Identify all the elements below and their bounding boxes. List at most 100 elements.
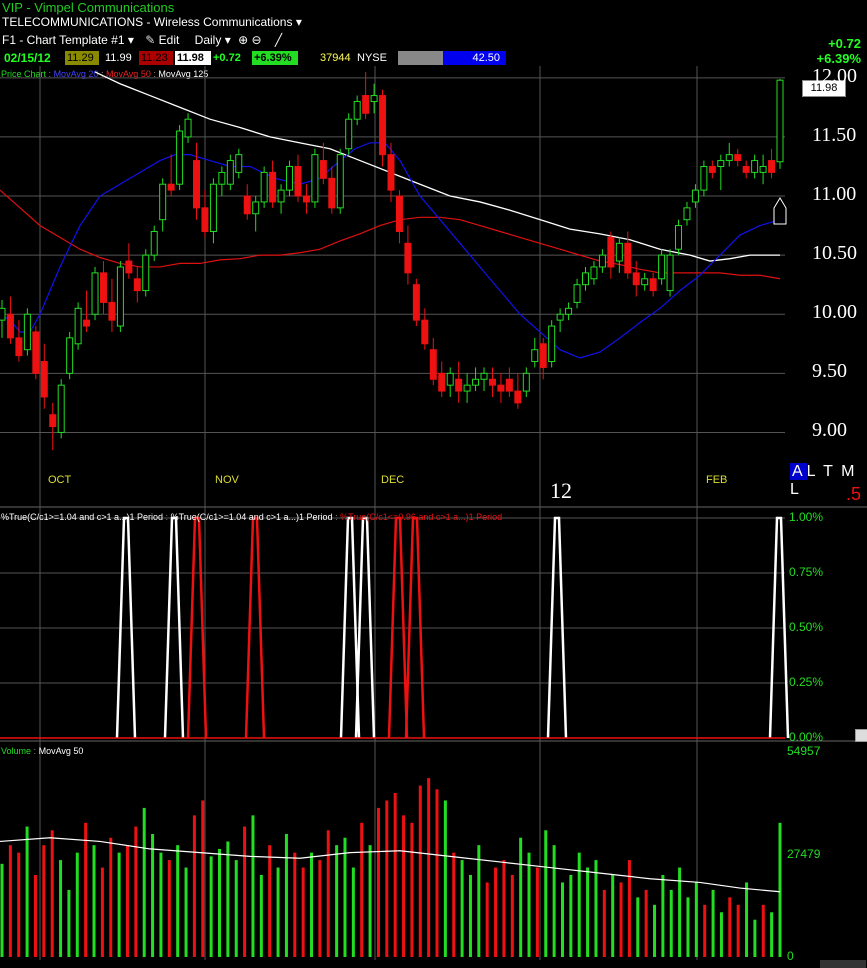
candle-body [362, 95, 370, 114]
legend-ind2: %True(C/c1>=1.04 and c>1 a...)1 Period [170, 512, 333, 522]
volume-bar [435, 789, 439, 957]
candle-body [40, 361, 48, 398]
price-y-tick: 11.50 [812, 123, 857, 146]
indicator-y-tick: 0.75% [789, 565, 824, 579]
candle-body [429, 349, 437, 380]
x-tick-label: OCT [48, 474, 72, 486]
candle-body [658, 254, 666, 280]
price-y-tick: 10.50 [812, 242, 857, 265]
volume-bar [142, 807, 146, 957]
volume-bar [318, 860, 322, 957]
candle-body [260, 171, 268, 203]
candle-body [751, 160, 759, 173]
volume-bar [519, 837, 523, 957]
volume-bar [510, 875, 514, 957]
volume-bar [176, 845, 180, 957]
volume-bar [218, 848, 222, 957]
candle-body [607, 236, 615, 268]
volume-bar [485, 882, 489, 957]
candle-body [302, 195, 310, 203]
candle-body [269, 171, 277, 203]
candle-body [480, 372, 488, 380]
candle-body [125, 260, 133, 274]
volume-bar [42, 845, 46, 957]
volume-bar [753, 919, 757, 957]
candle-body [497, 384, 505, 392]
price-y-tick: 10.00 [812, 301, 857, 324]
volume-bar [259, 875, 263, 957]
candle-body [201, 207, 209, 232]
volume-bar [527, 852, 531, 957]
volume-bar [569, 875, 573, 957]
chart-canvas[interactable] [0, 0, 867, 968]
volume-bar [310, 852, 314, 957]
candle-body [725, 154, 733, 162]
volume-bar [268, 845, 272, 957]
volume-y-tick: 27479 [787, 846, 821, 861]
volume-bar [368, 845, 372, 957]
volume-bar [159, 852, 163, 957]
volume-bar [192, 815, 196, 957]
volume-bar [234, 860, 238, 957]
volume-bar [494, 867, 498, 957]
volume-bar [770, 912, 774, 957]
candle-body [74, 307, 82, 345]
candle-body [632, 272, 640, 286]
candle-body [421, 319, 429, 345]
volume-bar [544, 830, 548, 957]
x-tick-label: NOV [215, 474, 239, 486]
volume-y-tick: 0 [787, 949, 794, 963]
volume-bar [669, 889, 673, 957]
volume-bar [243, 826, 247, 957]
candle-body [57, 384, 65, 433]
volume-bar [653, 904, 657, 957]
candle-body [488, 378, 496, 386]
volume-bar [301, 867, 305, 957]
panel-resize-handle[interactable] [855, 729, 867, 742]
volume-bar [636, 897, 640, 957]
legend-volume-ma: MovAvg 50 [38, 746, 84, 756]
x-tick-label: FEB [706, 474, 728, 486]
candle-body [691, 189, 699, 203]
volume-legend: Volume : MovAvg 50 [1, 746, 84, 756]
horizontal-scrollbar[interactable] [820, 960, 866, 968]
volume-bar [293, 852, 297, 957]
volume-bar [778, 822, 782, 957]
candle-body [99, 272, 107, 303]
candle-body [742, 165, 750, 173]
price-y-tick: 9.00 [812, 419, 847, 442]
volume-bar [694, 882, 698, 957]
volume-bar [351, 867, 355, 957]
candle-body [23, 313, 31, 351]
candle-body [336, 154, 344, 209]
candle-body [565, 307, 573, 315]
candle-body [209, 183, 217, 232]
candle-body [83, 319, 91, 327]
candle-body [15, 337, 23, 357]
candle-body [370, 95, 378, 102]
volume-bar [67, 889, 71, 957]
timeframe-active[interactable]: A [790, 463, 807, 480]
candle-body [116, 266, 124, 327]
volume-bar [577, 852, 581, 957]
volume-bar [477, 845, 481, 957]
volume-bar [761, 904, 765, 957]
volume-bar [661, 875, 665, 957]
candle-body [514, 390, 522, 404]
volume-bar [443, 800, 447, 957]
alert-arrow-icon [773, 197, 787, 225]
candle-body [184, 118, 192, 138]
candle-body [108, 301, 116, 321]
volume-bar [719, 912, 723, 957]
candle-body [472, 378, 480, 386]
candle-body [142, 254, 150, 292]
candle-body [759, 165, 767, 173]
volume-bar [184, 867, 188, 957]
volume-bar [251, 815, 255, 957]
indicator-y-tick: 0.50% [789, 620, 824, 634]
volume-bar [201, 800, 205, 957]
volume-bar [627, 860, 631, 957]
candle-body [133, 278, 141, 292]
volume-bar [552, 845, 556, 957]
candle-body [353, 100, 361, 120]
